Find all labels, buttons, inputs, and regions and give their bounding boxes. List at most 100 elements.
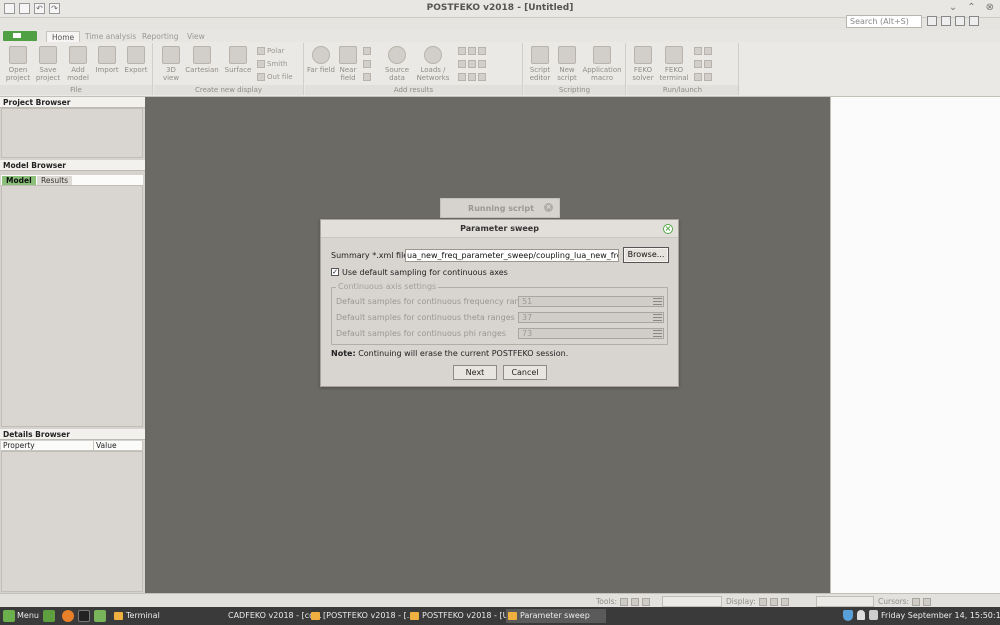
browser-icon[interactable]: [62, 610, 74, 622]
tab-time-analysis[interactable]: Time analysis: [80, 31, 141, 42]
tool-icon[interactable]: [631, 597, 640, 606]
windows-icon[interactable]: [941, 16, 951, 26]
close-icon[interactable]: ×: [663, 224, 673, 234]
near-field-button[interactable]: Near field: [334, 46, 362, 82]
taskbar-item-cadfeko[interactable]: CADFEKO v2018 - [co...: [228, 609, 322, 623]
export-icon: [127, 46, 145, 64]
cursor-icon[interactable]: [912, 597, 921, 606]
result-tool-1[interactable]: [458, 47, 486, 55]
column-header-property[interactable]: Property: [1, 441, 94, 451]
run-tool-2[interactable]: [694, 60, 712, 68]
application-menu-button[interactable]: [3, 31, 37, 41]
running-script-window: Running script ×: [440, 198, 560, 218]
column-header-value[interactable]: Value: [94, 441, 143, 451]
search-input[interactable]: Search (Alt+S): [846, 15, 922, 28]
currents-button[interactable]: [363, 47, 371, 55]
spin-arrows-icon[interactable]: [653, 298, 662, 305]
terminal-icon[interactable]: [78, 610, 90, 622]
result-tool-3[interactable]: [458, 73, 486, 81]
save-project-button[interactable]: Save project: [34, 46, 62, 82]
cursor-icon[interactable]: [923, 597, 932, 606]
add-model-button[interactable]: Add model: [64, 46, 92, 82]
loads-networks-button[interactable]: Loads / Networks: [415, 46, 451, 82]
minimize-icon[interactable]: ⌄: [949, 2, 957, 13]
project-browser-tree[interactable]: [1, 108, 143, 158]
run-tool-1[interactable]: [694, 47, 712, 55]
model-browser-tree[interactable]: [1, 185, 143, 427]
display-icon[interactable]: [769, 597, 778, 606]
source-data-icon: [388, 46, 406, 64]
details-browser-table[interactable]: [1, 451, 143, 592]
tools-group: Tools:: [596, 596, 651, 607]
run-tool-3[interactable]: [694, 73, 712, 81]
tool-icon[interactable]: [620, 597, 629, 606]
result-icon: [458, 60, 466, 68]
taskbar-item-parameter-sweep[interactable]: Parameter sweep: [506, 609, 606, 623]
result-tool-2[interactable]: [458, 60, 486, 68]
spin-arrows-icon[interactable]: [653, 314, 662, 321]
open-project-button[interactable]: Open project: [4, 46, 32, 82]
taskbar-item-terminal[interactable]: Terminal: [112, 609, 210, 623]
save-icon: [39, 46, 57, 64]
script-editor-button[interactable]: Script editor: [526, 46, 554, 82]
tab-model[interactable]: Model: [2, 176, 36, 185]
help-icon[interactable]: [969, 16, 979, 26]
tab-results[interactable]: Results: [37, 176, 73, 185]
import-button[interactable]: Import: [93, 46, 121, 74]
phi-samples-spinbox[interactable]: 73: [518, 328, 664, 339]
charges-button[interactable]: [363, 60, 371, 68]
out-file-button[interactable]: Out file: [257, 73, 293, 81]
feko-solver-button[interactable]: FEKO solver: [629, 46, 657, 82]
display-icon[interactable]: [758, 597, 767, 606]
theta-samples-spinbox[interactable]: 37: [518, 312, 664, 323]
import-icon: [98, 46, 116, 64]
tab-view[interactable]: View: [182, 31, 210, 42]
menu-button[interactable]: Menu: [17, 609, 39, 623]
desktop-icon[interactable]: [43, 610, 55, 622]
cancel-button[interactable]: Cancel: [503, 365, 547, 380]
spin-arrows-icon[interactable]: [653, 330, 662, 337]
macro-icon: [593, 46, 611, 64]
tile-icon[interactable]: [955, 16, 965, 26]
frequency-samples-spinbox[interactable]: 51: [518, 296, 664, 307]
note-body: Continuing will erase the current POSTFE…: [358, 349, 569, 358]
smith-button[interactable]: Smith: [257, 60, 287, 68]
tab-home[interactable]: Home: [46, 31, 81, 42]
new-script-button[interactable]: New script: [553, 46, 581, 82]
next-button[interactable]: Next: [453, 365, 497, 380]
close-icon[interactable]: ×: [544, 203, 553, 212]
3d-view-button[interactable]: 3D view: [157, 46, 185, 82]
application-macro-button[interactable]: Application macro: [582, 46, 622, 82]
right-panel: [830, 97, 1000, 593]
feko-terminal-button[interactable]: FEKO terminal: [658, 46, 690, 82]
browse-button[interactable]: Browse...: [623, 247, 669, 263]
default-sampling-checkbox[interactable]: ✓: [331, 268, 339, 276]
cartesian-button[interactable]: Cartesian: [185, 46, 219, 74]
close-icon[interactable]: ⊗: [986, 2, 994, 13]
window-title: POSTFEKO v2018 - [Untitled]: [426, 3, 574, 13]
tool-icon[interactable]: [642, 597, 651, 606]
note-text: Note: Continuing will erase the current …: [331, 349, 568, 358]
run-icon: [694, 73, 702, 81]
network-icon[interactable]: [869, 610, 878, 620]
menu-icon[interactable]: [3, 610, 15, 622]
polar-button[interactable]: Polar: [257, 47, 284, 55]
taskbar-item-postfeko-2[interactable]: POSTFEKO v2018 - [U...: [408, 609, 516, 623]
shield-icon[interactable]: [843, 610, 853, 621]
xml-file-label: Summary *.xml file: [331, 251, 409, 260]
files-icon[interactable]: [94, 610, 106, 622]
rays-button[interactable]: [363, 73, 371, 81]
layout-icon[interactable]: [927, 16, 937, 26]
source-data-button[interactable]: Source data: [383, 46, 411, 82]
tab-reporting[interactable]: Reporting: [137, 31, 183, 42]
far-field-button[interactable]: Far field: [307, 46, 335, 74]
taskbar-item-postfeko-1[interactable]: [POSTFEKO v2018 - [...: [309, 609, 414, 623]
display-icon[interactable]: [780, 597, 789, 606]
xml-file-input[interactable]: ua_new_freq_parameter_sweep/coupling_lua…: [405, 249, 619, 262]
surface-button[interactable]: Surface: [223, 46, 253, 74]
maximize-icon[interactable]: ⌃: [967, 2, 975, 13]
user-icon[interactable]: [857, 610, 865, 620]
export-button[interactable]: Export: [122, 46, 150, 74]
surface-icon: [229, 46, 247, 64]
parameter-sweep-dialog: Parameter sweep × Summary *.xml file ua_…: [320, 219, 679, 387]
